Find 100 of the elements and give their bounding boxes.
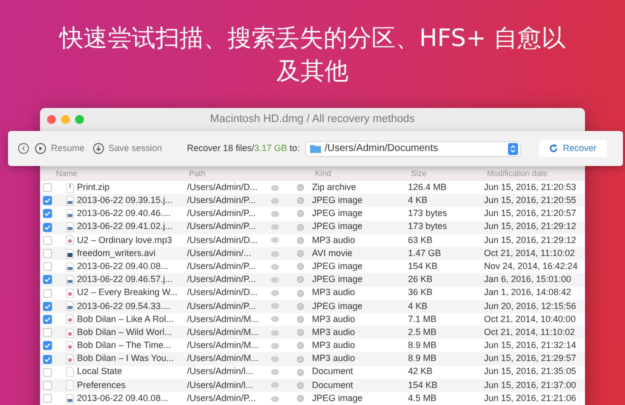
checkbox[interactable] xyxy=(43,288,52,298)
file-kind: JPEG image xyxy=(312,300,364,313)
back-button[interactable]: ‹ xyxy=(18,143,29,154)
file-row[interactable]: freedom_writers.avi /Users/Admin/... AVI movie 1.47 GB Oct 21, 2014, 11:10:02 xyxy=(40,246,585,260)
stepper-icon xyxy=(508,142,518,154)
modification-date: Jun 15, 2016, 21:29:12 xyxy=(484,234,576,247)
modification-date: Jun 15, 2016, 21:29:12 xyxy=(484,220,576,234)
file-row[interactable]: 2013-06-22 09.39.15.j... /Users/Admin/P... JPEG image 4 KB Jun 15, 2016, 21:20:55 xyxy=(40,194,585,208)
file-row[interactable]: Preferences /Users/Admin/l... Document 154 KB Jun 15, 2016, 21:37:00 xyxy=(40,378,585,392)
checkbox[interactable] xyxy=(43,354,52,364)
image-file-icon xyxy=(66,222,74,232)
file-size: 8.9 MB xyxy=(408,339,438,352)
image-file-icon xyxy=(66,208,74,219)
file-path: /Users/Admin/P... xyxy=(187,392,257,405)
modification-date: Nov 24, 2014, 16:42:24 xyxy=(484,260,578,273)
file-path: /Users/Admin/M... xyxy=(187,352,260,366)
checkbox[interactable] xyxy=(43,249,52,258)
minimize-button[interactable] xyxy=(61,115,70,124)
checkbox[interactable] xyxy=(43,394,52,404)
save-session-button[interactable]: Save session xyxy=(92,142,162,156)
zoom-button[interactable] xyxy=(75,115,84,124)
file-size: 126.4 MB xyxy=(408,180,448,194)
file-size: 2.5 MB xyxy=(408,326,438,339)
checkbox[interactable] xyxy=(43,328,52,338)
file-size: 173 bytes xyxy=(408,207,448,220)
file-kind: JPEG image xyxy=(312,220,364,234)
file-size: 154 KB xyxy=(408,260,439,273)
document-icon xyxy=(66,380,74,390)
file-size: 173 bytes xyxy=(408,220,448,234)
file-name: 2013-06-22 09.41.02.j... xyxy=(77,220,174,234)
modification-date: Oct 21, 2014, 11:10:02 xyxy=(484,326,575,339)
resume-button[interactable]: Resume xyxy=(35,142,85,156)
checkbox[interactable] xyxy=(43,262,52,272)
file-row[interactable]: 2013-06-22 09.46.57.j... /Users/Admin/P... JPEG image 26 KB Jan 6, 2016, 15:01:00 xyxy=(40,273,585,286)
checkbox[interactable] xyxy=(43,222,52,232)
checkbox[interactable] xyxy=(43,275,52,284)
file-row[interactable]: Bob Dilan – Wild Worl... /Users/Admin/M... MP3 audio 2.5 MB Oct 21, 2014, 11:10:02 xyxy=(40,326,585,340)
file-name: Print.zip xyxy=(77,180,111,194)
file-path: /Users/Admin/D... xyxy=(187,286,259,300)
file-row[interactable]: 2013-06-22 09.54.33.... /Users/Admin/P... JPEG image 4 KB Jun 20, 2016, 12:15:56 xyxy=(40,300,585,313)
modification-date: Jun 15, 2016, 21:32:14 xyxy=(484,339,576,352)
audio-file-icon xyxy=(66,235,74,246)
file-size: 42 KB xyxy=(408,365,434,378)
file-size: 26 KB xyxy=(408,273,434,286)
audio-file-icon xyxy=(66,328,74,338)
modification-date: Oct 21, 2014, 10:40:00 xyxy=(484,312,576,326)
modification-date: Jun 15, 2016, 21:29:57 xyxy=(484,352,576,366)
image-file-icon xyxy=(66,262,74,272)
file-name: 2013-06-22 09.39.15.j... xyxy=(77,194,174,208)
folder-icon xyxy=(310,144,321,153)
file-name: Bob Dilan – Wild Worl... xyxy=(77,326,173,339)
modification-date: Jun 20, 2016, 12:15:56 xyxy=(484,300,576,313)
modification-date: Jun 15, 2016, 21:21:06 xyxy=(484,392,576,405)
file-kind: JPEG image xyxy=(312,392,364,405)
audio-file-icon xyxy=(66,314,74,324)
modification-date: Jun 15, 2016, 21:20:53 xyxy=(484,180,576,194)
file-path: /Users/Admin/... xyxy=(187,246,252,260)
file-kind: Document xyxy=(312,378,354,392)
document-icon xyxy=(66,367,74,378)
checkbox[interactable] xyxy=(43,314,52,324)
file-row[interactable]: Bob Dilan – I Was You... /Users/Admin/M... MP3 audio 8.9 MB Jun 15, 2016, 21:29:57 xyxy=(40,352,585,366)
audio-file-icon xyxy=(66,288,74,298)
destination-dropdown[interactable]: /Users/Admin/Documents xyxy=(304,140,521,156)
file-size: 4.5 MB xyxy=(408,392,438,405)
file-size: 4 KB xyxy=(408,194,429,208)
recover-button[interactable]: Recover xyxy=(538,140,607,157)
file-kind: Document xyxy=(312,365,354,378)
file-kind: MP3 audio xyxy=(312,326,356,339)
file-name: 2013-06-22 09.54.33.... xyxy=(77,300,172,313)
checkbox[interactable] xyxy=(43,368,52,377)
file-path: /Users/Admin/D... xyxy=(187,234,259,247)
checkbox[interactable] xyxy=(43,302,52,311)
image-file-icon xyxy=(66,196,74,206)
file-path: /Users/Admin/D... xyxy=(187,180,259,194)
checkbox[interactable] xyxy=(43,209,52,218)
checkbox[interactable] xyxy=(43,183,52,192)
headline: 快速尝试扫描、搜索丢失的分区、HFS+ 自愈以及其他 xyxy=(58,23,567,87)
file-name: Local State xyxy=(77,365,124,378)
file-kind: MP3 audio xyxy=(312,286,356,300)
file-kind: MP3 audio xyxy=(312,339,356,352)
file-kind: MP3 audio xyxy=(312,352,356,366)
file-kind: Zip archive xyxy=(312,180,358,194)
file-kind: JPEG image xyxy=(312,194,364,208)
close-button[interactable] xyxy=(47,115,56,124)
checkbox[interactable] xyxy=(43,380,52,390)
audio-file-icon xyxy=(66,354,74,364)
file-row[interactable]: 2013-06-22 09.41.02.j... /Users/Admin/P... JPEG image 173 bytes Jun 15, 2016, 21:29:12 xyxy=(40,220,585,234)
checkbox[interactable] xyxy=(43,196,52,206)
modification-date: Oct 21, 2014, 11:10:02 xyxy=(484,246,575,260)
file-name: freedom_writers.avi xyxy=(77,246,157,260)
file-name: 2013-06-22 09.40.08... xyxy=(77,392,170,405)
file-kind: JPEG image xyxy=(312,260,364,273)
checkbox[interactable] xyxy=(43,341,52,350)
file-size: 36 KB xyxy=(408,286,434,300)
checkbox[interactable] xyxy=(43,236,52,245)
image-file-icon xyxy=(66,274,74,285)
audio-file-icon xyxy=(66,340,74,351)
file-path: /Users/Admin/M... xyxy=(187,339,260,352)
image-file-icon xyxy=(66,394,74,404)
play-icon xyxy=(35,143,46,154)
